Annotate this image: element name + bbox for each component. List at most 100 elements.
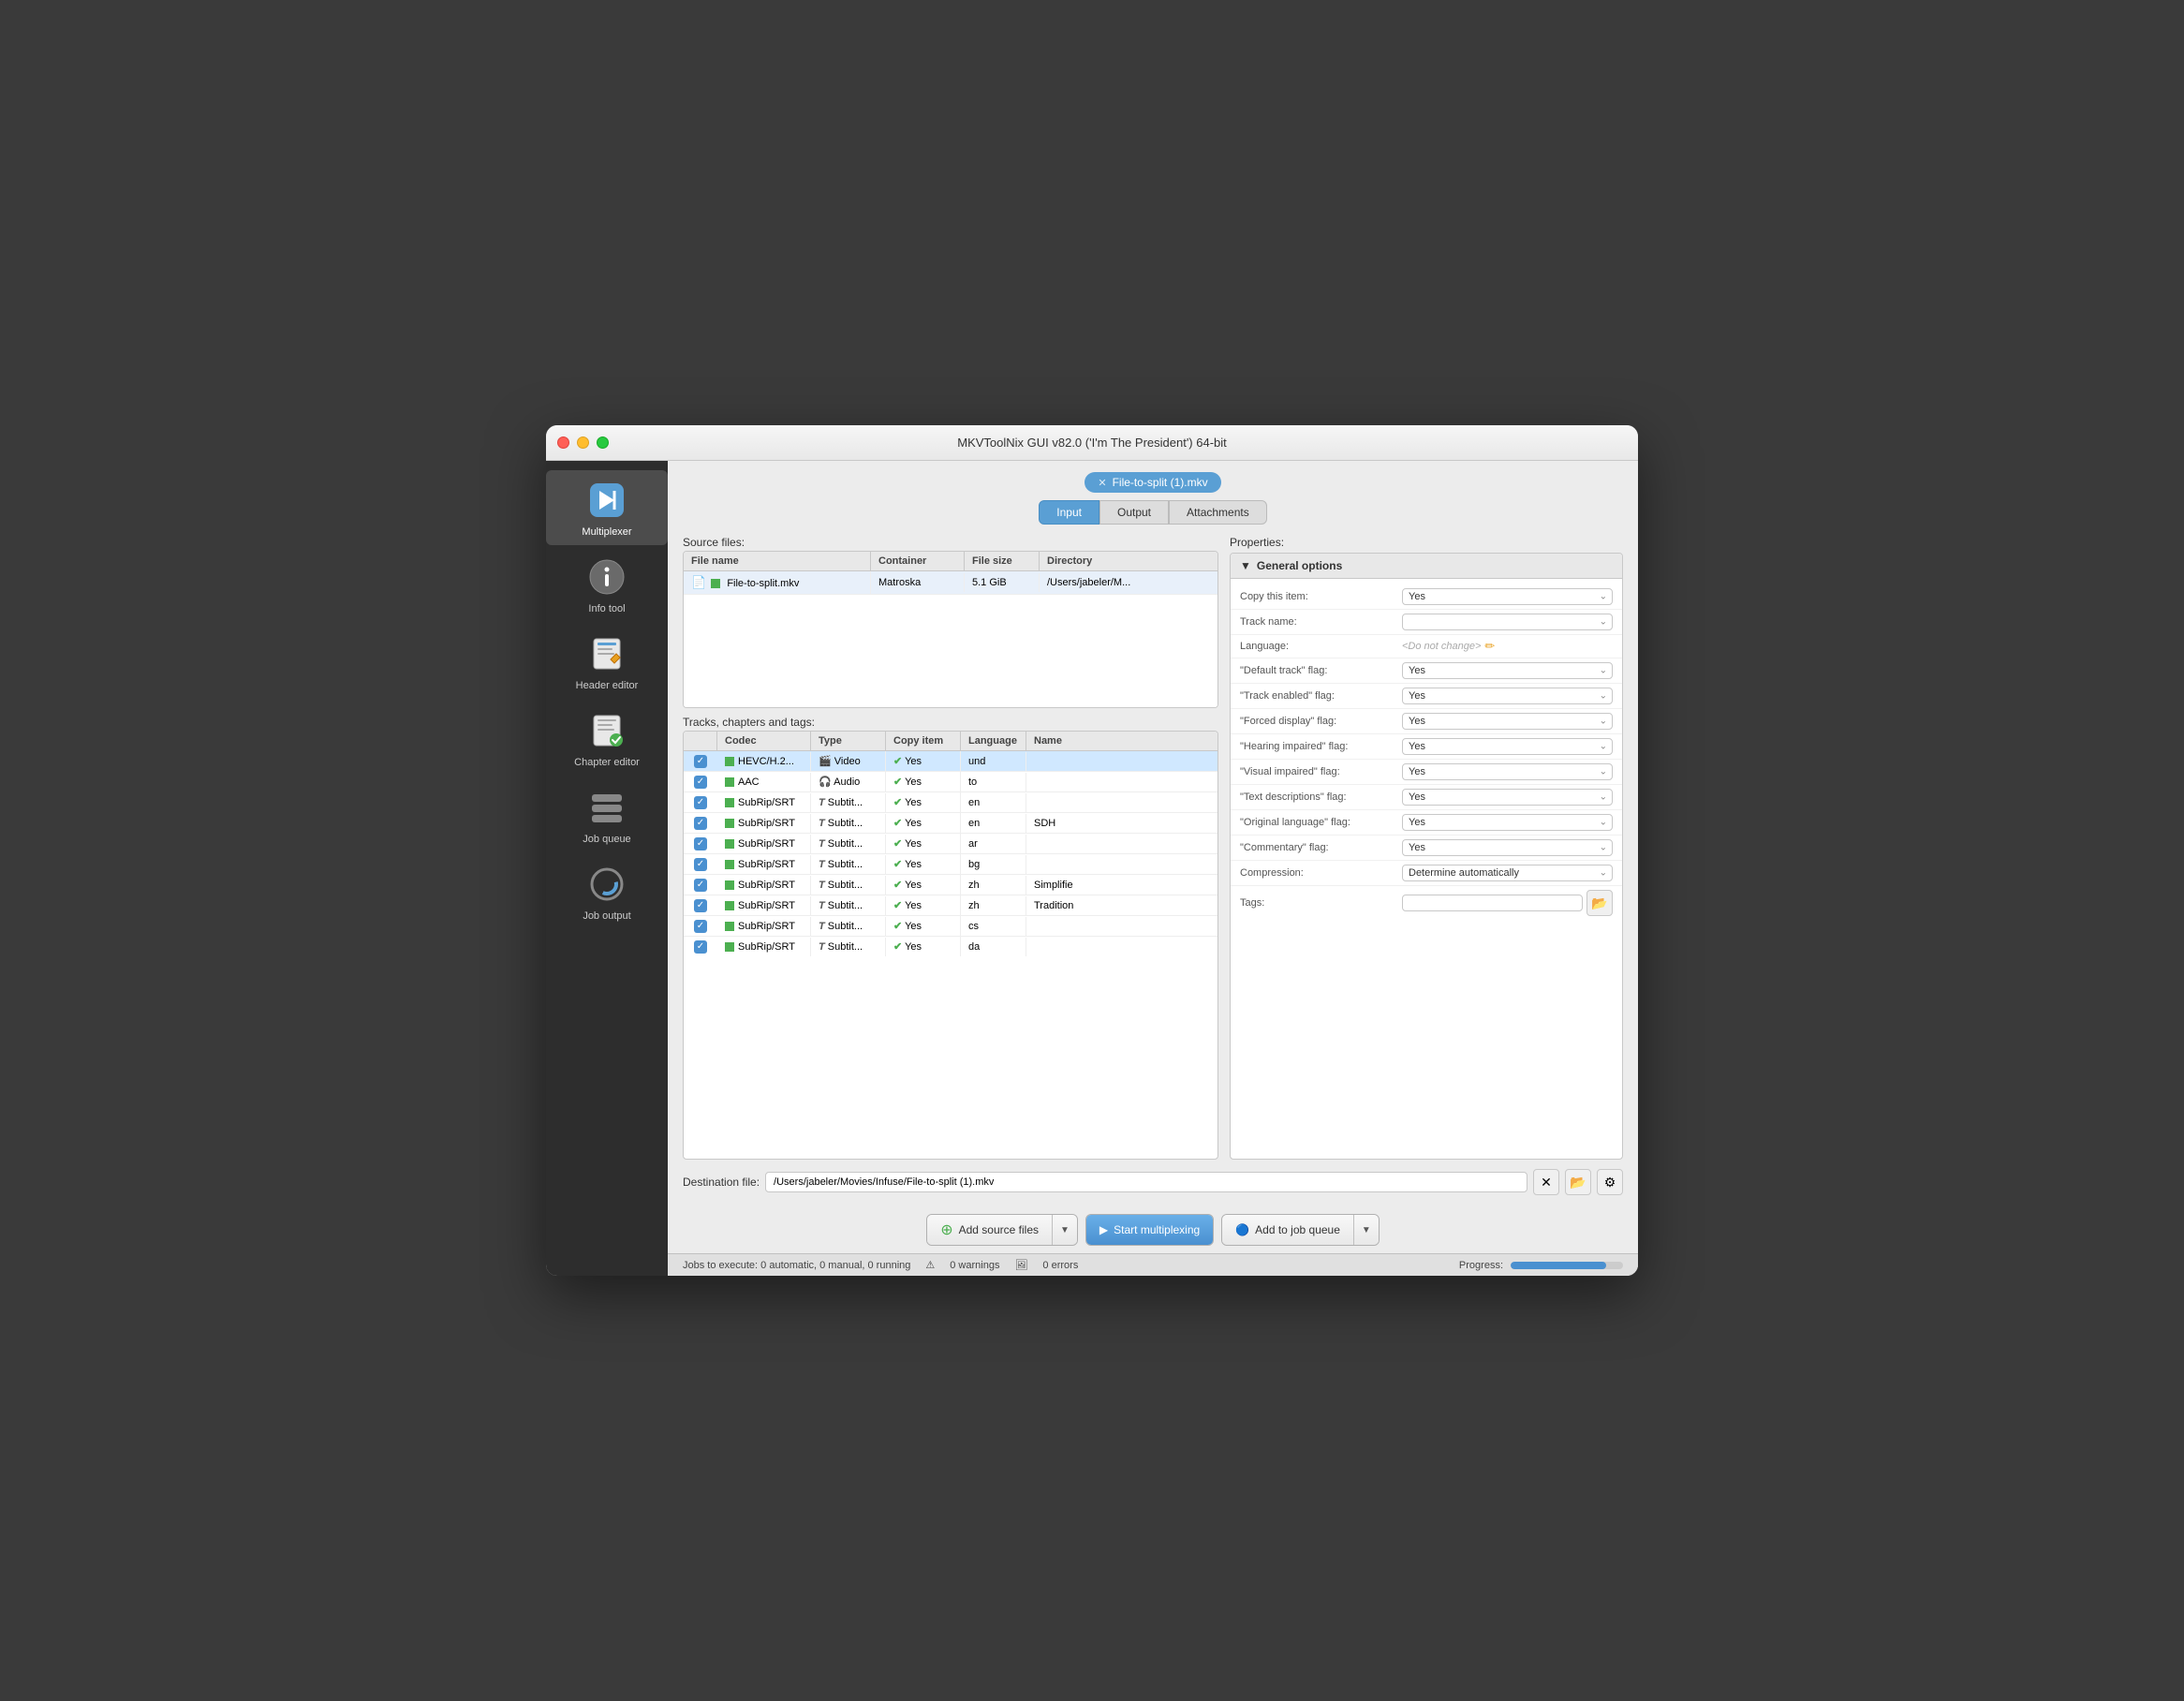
add-queue-dropdown[interactable]: ▼: [1354, 1215, 1379, 1245]
minimize-button[interactable]: [577, 436, 589, 449]
add-source-button[interactable]: ⊕ Add source files: [927, 1215, 1053, 1245]
compression-select[interactable]: Determine automatically: [1402, 865, 1613, 881]
general-options-header: ▼ General options: [1231, 554, 1622, 579]
th-filesize: File size: [965, 552, 1040, 570]
track-row-6[interactable]: ✓ SubRip/SRT T Subtit... ✔ Yes zh Simpli…: [684, 875, 1217, 895]
source-file-name: 📄 File-to-split.mkv: [684, 571, 871, 594]
track-enabled-select[interactable]: YesNo: [1402, 688, 1613, 704]
maximize-button[interactable]: [597, 436, 609, 449]
two-col-layout: Source files: File name Container File s…: [683, 536, 1623, 1160]
source-file-row[interactable]: 📄 File-to-split.mkv Matroska 5.1 GiB /Us…: [684, 571, 1217, 595]
track-row-5[interactable]: ✓ SubRip/SRT T Subtit... ✔ Yes bg: [684, 854, 1217, 875]
file-tab-name: File-to-split (1).mkv: [1113, 476, 1208, 489]
sidebar-item-job-output[interactable]: Job output: [546, 854, 668, 929]
browse-icon: 📂: [1570, 1175, 1586, 1191]
file-tab-close-icon[interactable]: ✕: [1098, 477, 1106, 489]
prop-compression-label: Compression:: [1240, 867, 1395, 879]
track-checkbox-1[interactable]: ✓: [684, 776, 717, 789]
tab-input[interactable]: Input: [1039, 500, 1099, 525]
destination-clear-button[interactable]: ✕: [1533, 1169, 1559, 1195]
track-row-9[interactable]: ✓ SubRip/SRT T Subtit... ✔ Yes da: [684, 937, 1217, 956]
th-container: Container: [871, 552, 965, 570]
tab-output[interactable]: Output: [1099, 500, 1169, 525]
track-row-3[interactable]: ✓ SubRip/SRT T Subtit... ✔ Yes en SDH: [684, 813, 1217, 834]
tags-input[interactable]: [1402, 895, 1583, 911]
destination-browse-button[interactable]: 📂: [1565, 1169, 1591, 1195]
track-row-8[interactable]: ✓ SubRip/SRT T Subtit... ✔ Yes cs: [684, 916, 1217, 937]
progress-bar-fill: [1511, 1262, 1606, 1269]
track-checkbox-6[interactable]: ✓: [684, 879, 717, 892]
source-file-size: 5.1 GiB: [965, 573, 1040, 592]
source-files-empty-space: [684, 595, 1217, 707]
forced-display-select[interactable]: YesNo: [1402, 713, 1613, 730]
track-green-4: [725, 839, 734, 849]
text-desc-select[interactable]: YesNo: [1402, 789, 1613, 806]
th-type: Type: [811, 732, 886, 750]
track-checkbox-0[interactable]: ✓: [684, 755, 717, 768]
close-button[interactable]: [557, 436, 569, 449]
start-mux-button[interactable]: ▶ Start multiplexing: [1086, 1215, 1213, 1245]
track-row-2[interactable]: ✓ SubRip/SRT T Subtit... ✔ Yes en: [684, 792, 1217, 813]
source-files-table: File name Container File size Directory …: [683, 551, 1218, 708]
track-checkbox-5[interactable]: ✓: [684, 858, 717, 871]
sidebar-item-chapter-editor[interactable]: Chapter editor: [546, 701, 668, 776]
prop-default-track: "Default track" flag: YesNo: [1231, 658, 1622, 684]
track-checkbox-8[interactable]: ✓: [684, 920, 717, 933]
track-checkbox-9[interactable]: ✓: [684, 940, 717, 954]
copy-item-select[interactable]: YesNo: [1402, 588, 1613, 605]
source-file-container: Matroska: [871, 573, 965, 592]
default-track-select[interactable]: YesNo: [1402, 662, 1613, 679]
job-queue-icon: [584, 785, 629, 830]
sidebar: Multiplexer Info tool: [546, 461, 668, 1276]
prop-visual-label: "Visual impaired" flag:: [1240, 766, 1395, 777]
sidebar-item-job-queue[interactable]: Job queue: [546, 777, 668, 852]
tab-attachments[interactable]: Attachments: [1169, 500, 1267, 525]
prop-origlang-control: YesNo: [1402, 814, 1613, 831]
th-lang: Language: [961, 732, 1026, 750]
track-name-select[interactable]: [1402, 614, 1613, 630]
commentary-select[interactable]: YesNo: [1402, 839, 1613, 856]
green-indicator: [711, 579, 720, 588]
track-green-6: [725, 880, 734, 890]
prop-tags: Tags: 📂: [1231, 886, 1622, 920]
track-green-1: [725, 777, 734, 787]
track-row-1[interactable]: ✓ AAC 🎧 Audio ✔ Yes to: [684, 772, 1217, 792]
sidebar-label-chapter-editor: Chapter editor: [574, 757, 640, 768]
status-progress: Progress:: [1459, 1260, 1623, 1271]
tracks-section: Tracks, chapters and tags: Codec Type Co…: [683, 716, 1218, 1160]
track-checkbox-4[interactable]: ✓: [684, 837, 717, 850]
play-icon: ▶: [1099, 1223, 1108, 1236]
add-queue-group: 🔵 Add to job queue ▼: [1221, 1214, 1380, 1246]
main-window: MKVToolNix GUI v82.0 ('I'm The President…: [546, 425, 1638, 1276]
language-edit-button[interactable]: ✏: [1484, 639, 1495, 654]
clear-icon: ✕: [1541, 1175, 1552, 1191]
prop-language: Language: <Do not change> ✏: [1231, 635, 1622, 658]
prop-lang-control: <Do not change> ✏: [1402, 639, 1613, 654]
add-icon: ⊕: [940, 1220, 952, 1239]
add-queue-button[interactable]: 🔵 Add to job queue: [1222, 1215, 1354, 1245]
add-source-dropdown[interactable]: ▼: [1053, 1215, 1077, 1245]
track-row-0[interactable]: ✓ HEVC/H.2... 🎬 Video ✔ Yes und: [684, 751, 1217, 772]
titlebar: MKVToolNix GUI v82.0 ('I'm The President…: [546, 425, 1638, 461]
status-bar: Jobs to execute: 0 automatic, 0 manual, …: [668, 1253, 1638, 1276]
track-checkbox-3[interactable]: ✓: [684, 817, 717, 830]
destination-input[interactable]: [765, 1172, 1527, 1192]
prop-textdesc-label: "Text descriptions" flag:: [1240, 791, 1395, 803]
track-checkbox-2[interactable]: ✓: [684, 796, 717, 809]
track-row-7[interactable]: ✓ SubRip/SRT T Subtit... ✔ Yes zh Tradit…: [684, 895, 1217, 916]
sidebar-item-info-tool[interactable]: Info tool: [546, 547, 668, 622]
track-row-4[interactable]: ✓ SubRip/SRT T Subtit... ✔ Yes ar: [684, 834, 1217, 854]
source-files-label: Source files:: [683, 536, 1218, 549]
visual-impaired-select[interactable]: YesNo: [1402, 763, 1613, 780]
sidebar-item-multiplexer[interactable]: Multiplexer: [546, 470, 668, 545]
track-green-3: [725, 819, 734, 828]
destination-options-button[interactable]: ⚙: [1597, 1169, 1623, 1195]
prop-origlang-label: "Original language" flag:: [1240, 817, 1395, 828]
destination-row: Destination file: ✕ 📂 ⚙: [683, 1169, 1623, 1195]
tags-browse-button[interactable]: 📂: [1586, 890, 1613, 916]
file-tab[interactable]: ✕ File-to-split (1).mkv: [1085, 472, 1220, 493]
hearing-impaired-select[interactable]: YesNo: [1402, 738, 1613, 755]
sidebar-item-header-editor[interactable]: Header editor: [546, 624, 668, 699]
track-checkbox-7[interactable]: ✓: [684, 899, 717, 912]
original-lang-select[interactable]: YesNo: [1402, 814, 1613, 831]
